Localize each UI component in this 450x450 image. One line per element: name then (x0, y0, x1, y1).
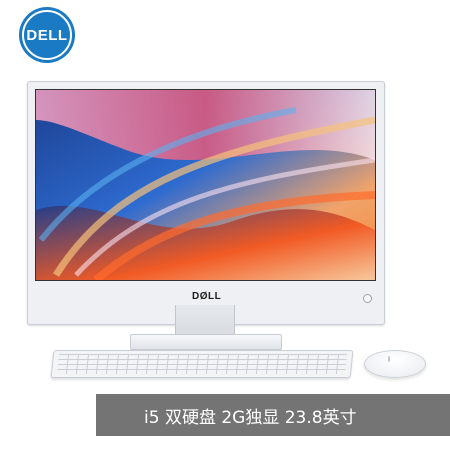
screen-wallpaper (35, 89, 376, 281)
mouse (364, 350, 426, 378)
dell-logo-icon: DELL (19, 7, 75, 63)
monitor-brand-label: DØLL (192, 291, 222, 302)
spec-banner: i5 双硬盘 2G独显 23.8英寸 (96, 394, 450, 436)
webcam-icon (363, 294, 372, 303)
keyboard-keys (56, 354, 348, 374)
logo-text: DELL (26, 26, 68, 44)
spec-banner-text: i5 双硬盘 2G独显 23.8英寸 (144, 407, 357, 428)
keyboard (50, 350, 354, 378)
monitor-stand-base (130, 334, 282, 350)
mouse-wheel (388, 356, 390, 362)
